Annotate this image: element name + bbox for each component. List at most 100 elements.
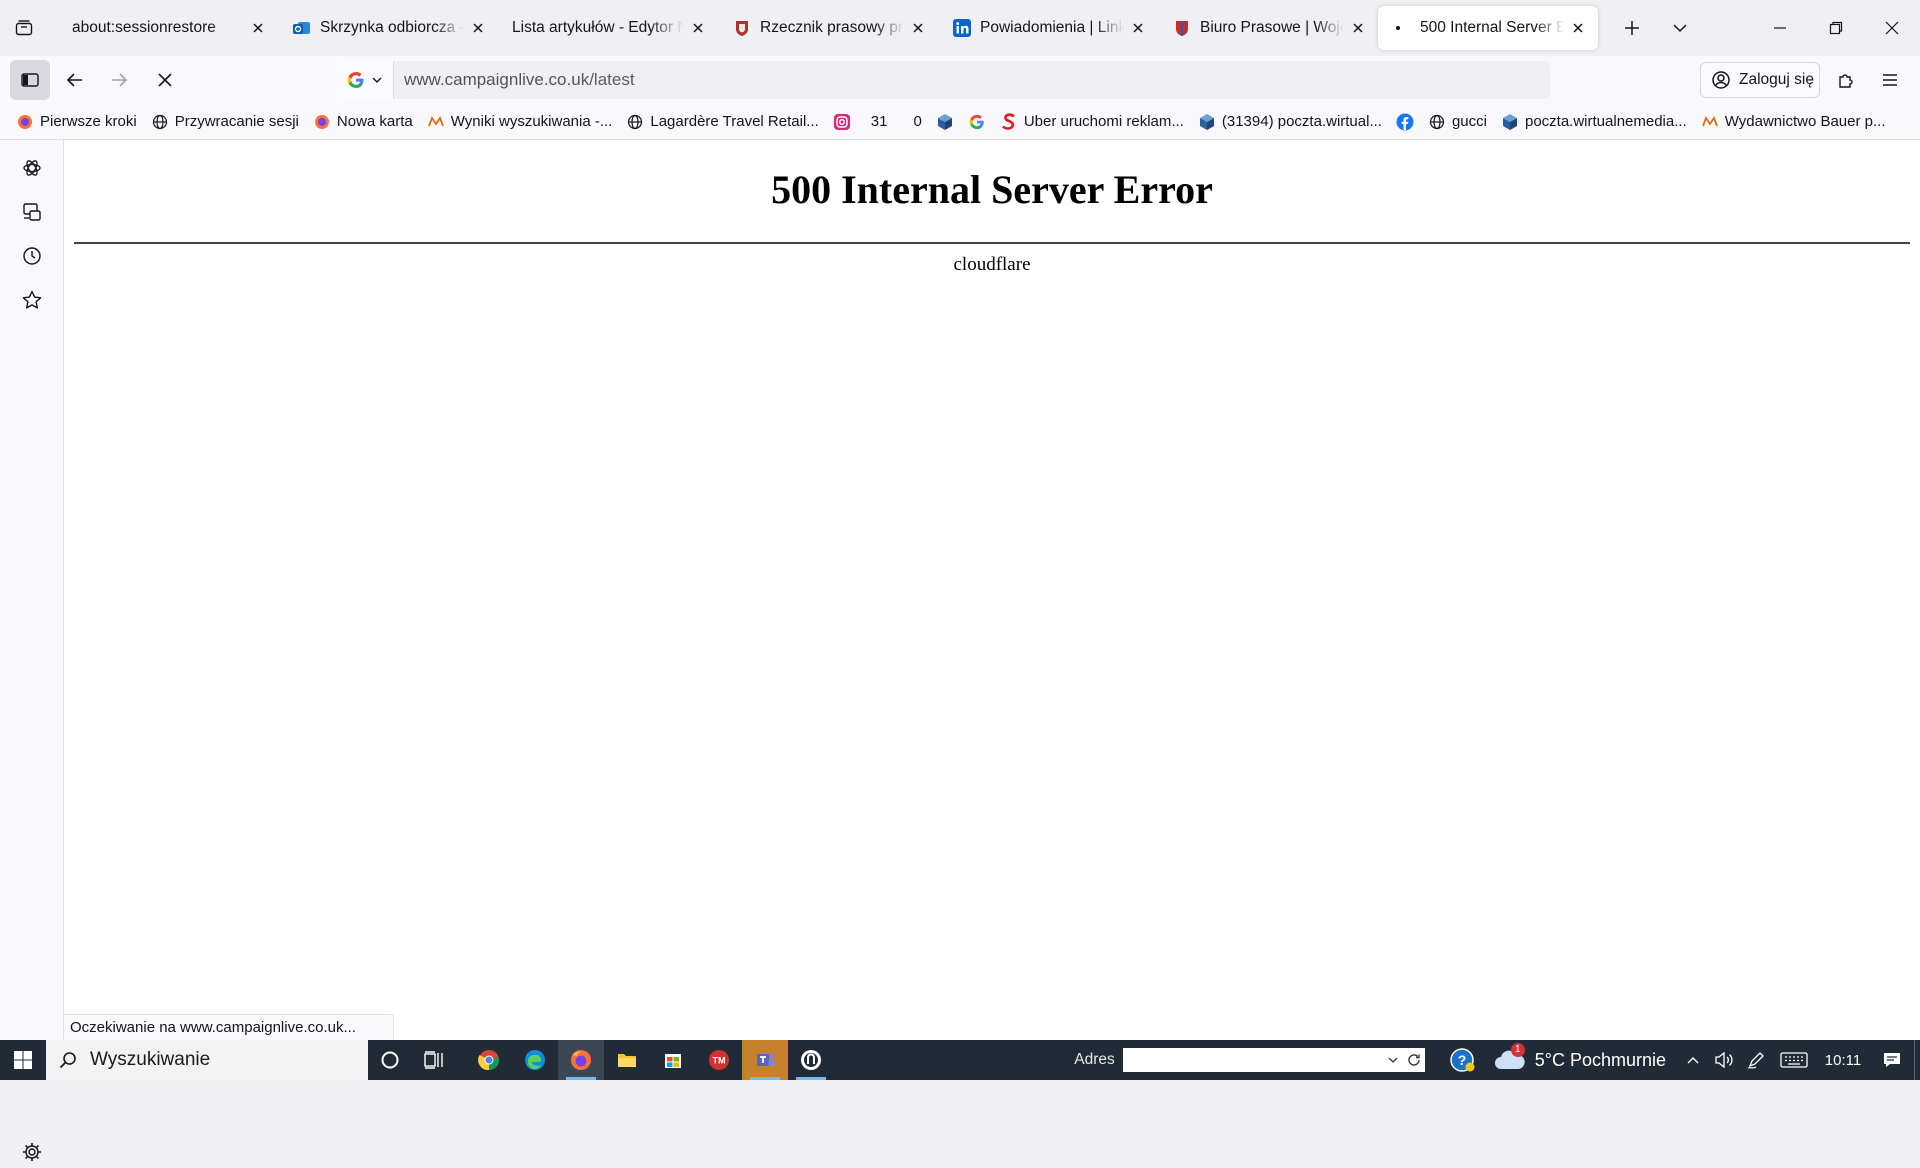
- taskbar-app[interactable]: [788, 1040, 834, 1080]
- volume-button[interactable]: [1708, 1040, 1740, 1080]
- address-input[interactable]: [1122, 1048, 1403, 1072]
- bookmark-item[interactable]: poczta.wirtualnemedia...: [1497, 108, 1691, 136]
- show-desktop-button[interactable]: [1914, 1040, 1920, 1080]
- minimize-button[interactable]: [1752, 0, 1808, 56]
- tab-close-button[interactable]: [1568, 18, 1588, 38]
- close-window-button[interactable]: [1864, 0, 1920, 56]
- bookmark-label: Przywracanie sesji: [174, 113, 299, 130]
- chrome-icon: [478, 1050, 499, 1071]
- touch-keyboard-button[interactable]: [1772, 1040, 1816, 1080]
- back-button[interactable]: [55, 60, 95, 100]
- new-tab-button[interactable]: [1608, 0, 1656, 56]
- task-view-button[interactable]: [412, 1040, 456, 1080]
- task-view-icon: [424, 1051, 443, 1069]
- extensions-button[interactable]: [1826, 60, 1866, 100]
- sign-in-button[interactable]: Zaloguj się: [1700, 62, 1820, 98]
- bookmark-item[interactable]: Uber uruchomi reklam...: [996, 108, 1188, 136]
- tab-close-button[interactable]: [1128, 18, 1148, 38]
- page-content: 500 Internal Server Error cloudflare: [64, 140, 1920, 1040]
- close-icon: [1133, 23, 1143, 33]
- tab-press-spokesman[interactable]: Rzecznik prasowy prez: [718, 6, 938, 50]
- bookmark-item[interactable]: Wyniki wyszukiwania -...: [423, 108, 617, 136]
- bookmark-item[interactable]: (31394) poczta.wirtual...: [1194, 108, 1386, 136]
- windows-icon: [14, 1051, 32, 1069]
- tab-close-button[interactable]: [688, 18, 708, 38]
- start-button[interactable]: [0, 1040, 46, 1080]
- sidebar-icon: [21, 73, 39, 87]
- chevron-down-icon: [1388, 1057, 1398, 1063]
- bookmark-label: Wyniki wyszukiwania -...: [450, 113, 613, 130]
- sidebar-toggle-button[interactable]: [10, 60, 50, 100]
- ai-chatbot-button[interactable]: [16, 152, 48, 184]
- close-icon: [1885, 21, 1899, 35]
- cortana-button[interactable]: [368, 1040, 412, 1080]
- taskbar-file-explorer[interactable]: [604, 1040, 650, 1080]
- app-menu-button[interactable]: [1870, 60, 1910, 100]
- address-go-button[interactable]: [1402, 1048, 1425, 1072]
- stop-loading-button[interactable]: [145, 60, 185, 100]
- tab-close-button[interactable]: [908, 18, 928, 38]
- url-text[interactable]: www.campaignlive.co.uk/latest: [394, 70, 635, 90]
- bookmark-item[interactable]: Wydawnictwo Bauer p...: [1697, 108, 1890, 136]
- list-tabs-button[interactable]: [1656, 0, 1704, 56]
- show-hidden-icons-button[interactable]: [1678, 1040, 1708, 1080]
- crest-icon: [1172, 18, 1192, 38]
- clock[interactable]: 10:11: [1816, 1040, 1870, 1080]
- forward-button[interactable]: [99, 60, 139, 100]
- history-button[interactable]: [16, 240, 48, 272]
- bookmark-item[interactable]: [964, 108, 990, 136]
- taskbar-edge[interactable]: [512, 1040, 558, 1080]
- tab-outlook-inbox[interactable]: Skrzynka odbiorcza —: [278, 6, 498, 50]
- bookmark-item[interactable]: Lagardère Travel Retail...: [622, 108, 822, 136]
- tab-sessionrestore[interactable]: about:sessionrestore: [58, 6, 278, 50]
- tab-linkedin[interactable]: Powiadomienia | Linked: [938, 6, 1158, 50]
- list-all-tabs-button[interactable]: [0, 0, 48, 56]
- synced-tabs-button[interactable]: [16, 196, 48, 228]
- tab-close-button[interactable]: [248, 18, 268, 38]
- cortana-icon: [381, 1051, 399, 1069]
- taskbar-tm-app[interactable]: TM: [696, 1040, 742, 1080]
- navigation-toolbar: www.campaignlive.co.uk/latest Zaloguj si…: [0, 56, 1920, 104]
- arrow-right-icon: [112, 73, 128, 87]
- taskbar-firefox[interactable]: [558, 1040, 604, 1080]
- sidebar-settings-button[interactable]: [16, 1136, 48, 1168]
- taskbar-chrome[interactable]: [466, 1040, 512, 1080]
- weather-widget[interactable]: 1 5°C Pochmurnie: [1489, 1040, 1678, 1080]
- address-bar[interactable]: www.campaignlive.co.uk/latest: [336, 61, 1550, 99]
- bookmark-item[interactable]: [829, 108, 855, 136]
- clock-time: 10:11: [1824, 1051, 1862, 1069]
- tab-press-office[interactable]: Biuro Prasowe | Wojew: [1158, 6, 1378, 50]
- bookmark-item[interactable]: Przywracanie sesji: [147, 108, 303, 136]
- bookmark-item[interactable]: 31: [867, 108, 892, 136]
- divider: [74, 242, 1910, 244]
- bookmark-item[interactable]: [1392, 108, 1418, 136]
- hamburger-menu-icon: [1883, 74, 1897, 86]
- action-center-button[interactable]: [1870, 1040, 1914, 1080]
- bookmarks-button[interactable]: [16, 284, 48, 316]
- tab-title: Lista artykułów - Edytor NA: [512, 19, 684, 36]
- crest-icon: [732, 18, 752, 38]
- bookmark-item[interactable]: 0: [909, 108, 925, 136]
- bookmark-item[interactable]: [932, 108, 958, 136]
- taskbar-teams[interactable]: [742, 1040, 788, 1080]
- account-icon: [1712, 71, 1730, 89]
- bookmark-item[interactable]: Nowa karta: [309, 108, 417, 136]
- status-panel: Oczekiwanie na www.campaignlive.co.uk...: [64, 1014, 394, 1040]
- tab-close-button[interactable]: [1348, 18, 1368, 38]
- firefox-icon: [313, 113, 331, 131]
- help-icon: ?: [1449, 1048, 1475, 1072]
- tab-title: 500 Internal Server Err: [1420, 19, 1564, 36]
- taskbar-search[interactable]: Wyszukiwanie: [46, 1040, 368, 1080]
- restore-icon: [1829, 21, 1843, 35]
- restore-button[interactable]: [1808, 0, 1864, 56]
- taskbar-store[interactable]: [650, 1040, 696, 1080]
- address-label: Adres: [1074, 1051, 1115, 1068]
- tab-article-list[interactable]: Lista artykułów - Edytor NA: [498, 6, 718, 50]
- tab-500-error[interactable]: 500 Internal Server Err: [1378, 6, 1598, 50]
- help-tray-button[interactable]: ?: [1437, 1040, 1489, 1080]
- bookmark-item[interactable]: Pierwsze kroki: [12, 108, 141, 136]
- pen-workspace-button[interactable]: [1740, 1040, 1772, 1080]
- search-engine-button[interactable]: [336, 61, 394, 99]
- tab-close-button[interactable]: [468, 18, 488, 38]
- bookmark-item[interactable]: gucci: [1424, 108, 1491, 136]
